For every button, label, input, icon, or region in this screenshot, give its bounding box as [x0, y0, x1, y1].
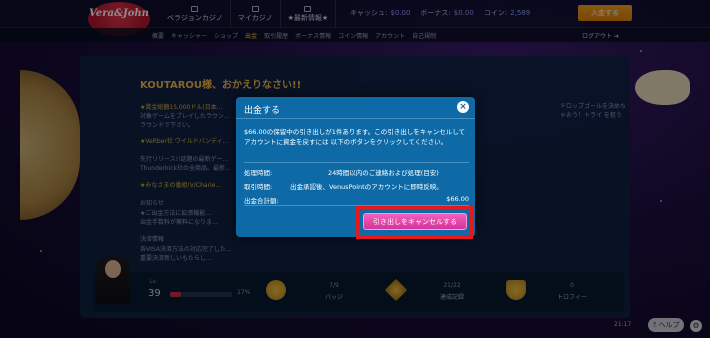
divider [244, 162, 469, 163]
close-icon[interactable]: × [457, 101, 469, 113]
modal-header: 出金する × [236, 97, 475, 119]
modal-title: 出金する [244, 106, 281, 116]
processing-time-value: 24時間以内のご連絡および処理(目安) [328, 169, 439, 177]
total-label: 出金合計額: [244, 197, 279, 205]
total-value: $66.00 [446, 195, 469, 203]
cancel-withdrawal-button[interactable]: 引き出しをキャンセルする [363, 213, 467, 230]
pending-withdrawal-message: $66.00の保留中の引き出しが1件あります。この引き出しをキャンセルしてアカウ… [244, 128, 466, 146]
transaction-time-label: 取引時間: [244, 183, 273, 191]
transaction-time-value: 出金承認後、VenusPointのアカウントに即時反映。 [290, 183, 443, 191]
processing-time-label: 処理時間: [244, 169, 273, 177]
